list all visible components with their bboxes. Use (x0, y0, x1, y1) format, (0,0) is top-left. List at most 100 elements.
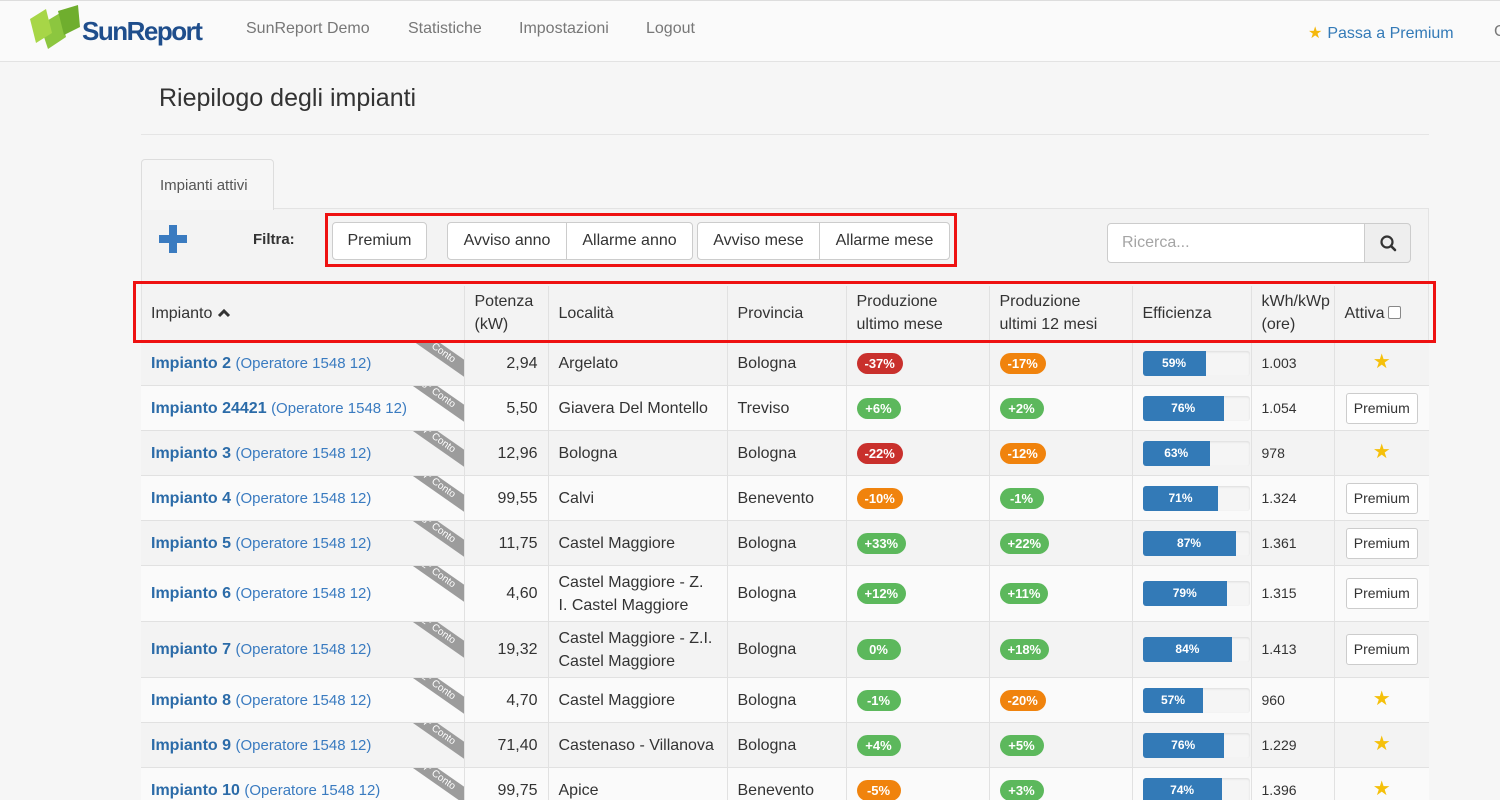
plant-operator[interactable]: (Operatore 1548 12) (244, 782, 380, 799)
nav-clipped-item[interactable]: C (1494, 23, 1500, 41)
cell-localita: Castel Maggiore (547, 677, 727, 723)
cell-localita: Giavera Del Montello (547, 385, 727, 431)
efficiency-bar-fill: 76% (1142, 395, 1224, 421)
cell-attiva: ★ (1333, 340, 1429, 386)
premium-button[interactable]: Premium (1345, 634, 1418, 665)
cell-attiva: ★ (1333, 767, 1429, 800)
cell-kwh: 960 (1250, 677, 1334, 723)
nav-sunreport-demo[interactable]: SunReport Demo (246, 20, 370, 38)
plant-name-link[interactable]: Impianto 3 (151, 445, 231, 462)
cell-attiva: Premium (1333, 565, 1429, 622)
cell-produzione-mese: +12% (845, 565, 989, 622)
cell-potenza: 99,55 (463, 475, 548, 521)
table-row: Impianto 2 (Operatore 1548 12) 4° Conto 2,… (141, 340, 1429, 386)
conto-ribbon: 5° Conto (400, 386, 464, 424)
search-input[interactable] (1107, 223, 1365, 263)
premium-button[interactable]: Premium (1345, 527, 1418, 559)
prod-month-badge: -37% (856, 352, 903, 374)
plant-name-link[interactable]: Impianto 6 (151, 585, 231, 602)
premium-button[interactable]: Premium (1345, 482, 1418, 514)
plant-name-link[interactable]: Impianto 8 (151, 692, 231, 709)
add-plant-icon[interactable] (158, 224, 188, 254)
efficiency-bar-fill: 79% (1142, 581, 1228, 606)
brand-name[interactable]: SunReport (82, 16, 203, 47)
cell-impianto: Impianto 7 (Operatore 1548 12) 2° Conto (141, 621, 464, 678)
nav-impostazioni[interactable]: Impostazioni (519, 20, 609, 38)
prod-month-badge: +12% (856, 583, 907, 604)
cell-produzione-12: -1% (988, 475, 1132, 521)
filter-highlight-box (325, 213, 957, 267)
cell-localita: Calvi (547, 475, 727, 521)
efficiency-bar: 59% (1142, 350, 1250, 376)
efficiency-bar-fill: 74% (1142, 777, 1222, 800)
prod-year-badge: +3% (999, 779, 1044, 800)
plant-operator[interactable]: (Operatore 1548 12) (235, 585, 371, 602)
cell-kwh: 1.315 (1250, 565, 1334, 622)
star-icon[interactable]: ★ (1373, 778, 1391, 800)
plant-name-link[interactable]: Impianto 7 (151, 641, 231, 658)
cell-impianto: Impianto 3 (Operatore 1548 12) 4° Conto (141, 430, 464, 476)
premium-button[interactable]: Premium (1345, 578, 1418, 609)
star-icon[interactable]: ★ (1373, 688, 1391, 710)
cell-produzione-mese: -1% (845, 677, 989, 723)
conto-ribbon: 4° Conto (400, 341, 464, 379)
plant-operator[interactable]: (Operatore 1548 12) (235, 490, 371, 507)
efficiency-bar: 57% (1142, 687, 1250, 713)
prod-year-badge: +18% (999, 639, 1050, 660)
prod-year-badge: -12% (999, 442, 1046, 464)
prod-month-badge: +4% (856, 734, 901, 756)
passa-a-premium-link[interactable]: ★ Passa a Premium (1308, 23, 1454, 43)
cell-impianto: Impianto 8 (Operatore 1548 12) 2° Conto (141, 677, 464, 723)
cell-produzione-mese: -5% (845, 767, 989, 800)
plant-name-link[interactable]: Impianto 9 (151, 737, 231, 754)
efficiency-bar: 74% (1142, 777, 1250, 800)
plant-operator[interactable]: (Operatore 1548 12) (235, 641, 371, 658)
plant-operator[interactable]: (Operatore 1548 12) (235, 535, 371, 552)
search-button[interactable] (1364, 223, 1411, 263)
efficiency-bar-fill: 87% (1142, 530, 1236, 556)
cell-potenza: 5,50 (463, 385, 548, 431)
prod-month-badge: +6% (856, 397, 901, 419)
cell-produzione-12: +5% (988, 722, 1132, 768)
cell-efficienza: 76% (1131, 385, 1251, 431)
cell-impianto: Impianto 5 (Operatore 1548 12) 3° Conto (141, 520, 464, 566)
conto-ribbon: 3° Conto (400, 521, 464, 559)
star-icon[interactable]: ★ (1373, 441, 1391, 463)
filter-label: Filtra: (253, 231, 295, 248)
top-navbar: SunReport SunReport Demo Statistiche Imp… (0, 0, 1500, 62)
star-icon[interactable]: ★ (1373, 351, 1391, 373)
plant-operator[interactable]: (Operatore 1548 12) (235, 445, 371, 462)
plant-name-link[interactable]: Impianto 10 (151, 782, 240, 799)
header-highlight-box (133, 281, 1436, 343)
efficiency-bar-fill: 71% (1142, 485, 1219, 511)
premium-button[interactable]: Premium (1345, 392, 1418, 424)
plant-name-link[interactable]: Impianto 2 (151, 355, 231, 372)
plant-operator[interactable]: (Operatore 1548 12) (235, 737, 371, 754)
tab-impianti-attivi[interactable]: Impianti attivi (141, 159, 274, 210)
conto-ribbon: 4° Conto (400, 723, 464, 761)
plant-operator[interactable]: (Operatore 1548 12) (235, 692, 371, 709)
cell-produzione-mese: -37% (845, 340, 989, 386)
cell-kwh: 1.413 (1250, 621, 1334, 678)
cell-impianto: Impianto 2 (Operatore 1548 12) 4° Conto (141, 340, 464, 386)
cell-attiva: ★ (1333, 430, 1429, 476)
plant-name-link[interactable]: Impianto 4 (151, 490, 231, 507)
cell-attiva: ★ (1333, 677, 1429, 723)
plant-operator[interactable]: (Operatore 1548 12) (235, 355, 371, 372)
plant-operator[interactable]: (Operatore 1548 12) (271, 400, 407, 417)
prod-month-badge: -10% (856, 487, 903, 509)
star-icon[interactable]: ★ (1373, 733, 1391, 755)
plant-name-link[interactable]: Impianto 5 (151, 535, 231, 552)
cell-kwh: 1.054 (1250, 385, 1334, 431)
cell-produzione-12: +18% (988, 621, 1132, 678)
prod-month-badge: +33% (856, 532, 907, 554)
cell-kwh: 1.324 (1250, 475, 1334, 521)
plant-name-link[interactable]: Impianto 24421 (151, 400, 267, 417)
nav-statistiche[interactable]: Statistiche (408, 20, 482, 38)
nav-logout[interactable]: Logout (646, 20, 695, 38)
cell-potenza: 2,94 (463, 340, 548, 386)
conto-ribbon: 4° Conto (400, 431, 464, 469)
search-icon (1380, 235, 1397, 252)
cell-potenza: 11,75 (463, 520, 548, 566)
conto-ribbon: 4° Conto (400, 768, 464, 800)
